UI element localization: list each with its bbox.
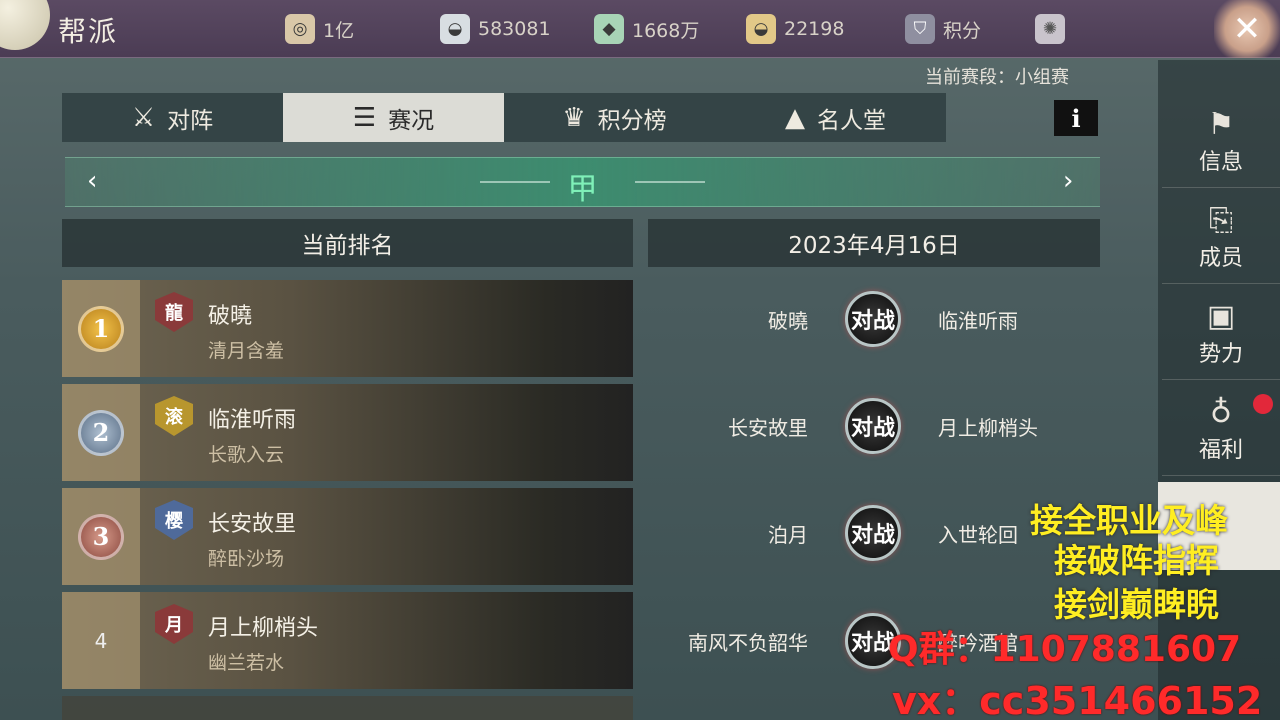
coin-bag-icon: ◎ [285,14,315,44]
season-stage-label: 当前赛段：小组赛 [925,67,1069,88]
jade-icon: ◆ [594,14,624,44]
team-left: 破曉 [768,309,808,333]
team-left: 长安故里 [728,416,808,440]
team-left: 南风不负韶华 [688,631,808,655]
sidebar-item-members[interactable]: ⎘ 成员 [1162,192,1280,284]
ranking-header: 当前排名 [62,219,633,267]
guild-name: 月上柳梢头 [208,616,319,641]
podium-icon: ▲ [785,102,805,133]
tab-hall-of-fame[interactable]: ▲ 名人堂 [725,93,946,142]
tab-label: 积分榜 [597,107,667,134]
top-bar: 帮派 ◎ 1亿 ◒ 583081 ◆ 1668万 ◒ 22198 ⛉ 积分 ✺ … [0,0,1280,58]
match-row[interactable]: 长安故里 对战 月上柳梢头 [648,396,1100,456]
watermark-vx: vx：cc351466152 [892,679,1263,720]
guild-name: 长安故里 [208,512,297,537]
ranking-row[interactable]: 2 滚 临淮听雨 长歌入云 [62,384,633,481]
points-button[interactable]: ⛉ 积分 [905,14,981,44]
guild-name: 破曉 [208,304,253,329]
tab-label: 赛况 [388,107,435,134]
rank-number: 4 [94,628,108,653]
currency-coins: ◎ 1亿 [285,14,354,44]
guild-name: 临淮听雨 [208,408,297,433]
guild-leader: 醉卧沙场 [208,548,285,570]
versus-icon: 对战 [845,398,901,454]
notification-dot [1253,394,1273,414]
scroll-icon: ⎘ [1209,203,1233,238]
guild-badge-icon: 樱 [155,500,193,540]
ranking-row[interactable]: 3 樱 长安故里 醉卧沙场 [62,488,633,585]
flag-icon: ⚑ [1207,107,1235,142]
tab-leaderboard[interactable]: ♛ 积分榜 [504,93,725,142]
document-icon: ☰ [352,102,377,133]
rank-cell: 1 [62,280,140,377]
currency-value: 1668万 [632,19,700,42]
emblem-icon: ✺ [1035,14,1065,44]
tab-label: 名人堂 [817,107,886,134]
versus-icon: 对战 [845,505,901,561]
next-group-button[interactable]: › [1063,166,1073,196]
money-bag-icon: ♁ [1210,395,1232,430]
sidebar-item-label: 信息 [1198,150,1243,175]
banner-decoration [635,181,705,183]
banner-icon: ▣ [1206,299,1236,334]
team-right: 月上柳梢头 [938,416,1038,440]
team-left: 泊月 [768,523,808,547]
sidebar-item-label: 成员 [1198,246,1243,271]
settings-button[interactable]: ✺ [1035,14,1065,44]
shield-icon: ⛉ [905,14,935,44]
match-row[interactable]: 破曉 对战 临淮听雨 [648,289,1100,349]
gold-ingot-icon: ◒ [746,14,776,44]
guild-badge-icon: 月 [155,604,193,644]
trophy-icon: ♛ [562,102,586,133]
currency-value: 1亿 [323,19,355,42]
ranking-row[interactable]: 4 月 月上柳梢头 幽兰若水 [62,592,633,689]
info-button[interactable]: i [1054,100,1098,136]
guild-leader: 长歌入云 [208,444,285,466]
watermark-qq: Q群：1107881607 [888,629,1242,670]
bronze-medal-icon: 3 [78,513,124,560]
sidebar-item-influence[interactable]: ▣ 势力 [1162,288,1280,380]
guild-leader: 清月含羞 [208,340,285,362]
rank-cell: 2 [62,384,140,481]
currency-value: 583081 [478,18,551,40]
sidebar-item-info[interactable]: ⚑ 信息 [1162,96,1280,188]
points-label: 积分 [943,19,982,42]
team-right: 临淮听雨 [938,309,1018,333]
currency-value: 22198 [784,18,845,40]
currency-jade: ◆ 1668万 [594,14,699,44]
tab-matchups[interactable]: ⚔ 对阵 [62,93,283,142]
close-button[interactable]: ✕ [1214,0,1280,58]
gold-medal-icon: 1 [78,305,124,352]
group-banner: ‹ 甲 › [65,157,1100,207]
rank-cell: 3 [62,488,140,585]
versus-icon: 对战 [845,291,901,347]
ranking-row[interactable]: 1 龍 破曉 清月含羞 [62,280,633,377]
guild-leader: 幽兰若水 [208,652,285,674]
team-right: 入世轮回 [938,523,1018,547]
watermark-line: 接破阵指挥 [1054,541,1219,580]
tab-bar: ⚔ 对阵 ☰ 赛况 ♛ 积分榜 ▲ 名人堂 [62,93,1100,142]
tab-status[interactable]: ☰ 赛况 [283,93,504,142]
sidebar-item-label: 福利 [1198,438,1243,463]
crossed-swords-icon: ⚔ [131,102,156,133]
rank-cell: 4 [62,592,140,689]
moon-decoration [0,0,50,50]
watermark-line: 接剑巅睥睨 [1054,585,1219,624]
ranking-row-partial [62,696,633,720]
guild-badge-icon: 滚 [155,396,193,436]
guild-badge-icon: 龍 [155,292,193,332]
match-date-header: 2023年4月16日 [648,219,1100,267]
tab-label: 对阵 [167,107,214,134]
silver-medal-icon: 2 [78,409,124,456]
page-title: 帮派 [58,15,119,48]
silver-ingot-icon: ◒ [440,14,470,44]
group-name: 甲 [567,172,598,207]
sidebar-item-label: 势力 [1198,342,1243,367]
currency-gold: ◒ 22198 [746,14,844,44]
currency-silver: ◒ 583081 [440,14,551,44]
